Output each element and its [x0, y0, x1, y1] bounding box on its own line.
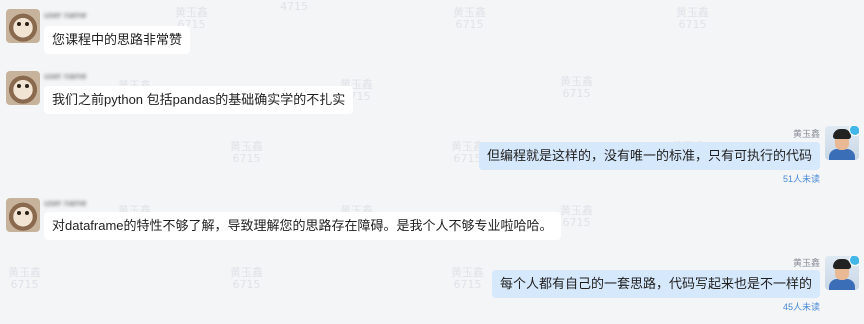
unread-receipt[interactable]: 51人未读 — [783, 174, 820, 184]
message-bubble[interactable]: 对dataframe的特性不够了解，导致理解您的思路存在障碍。是我个人不够专业啦… — [44, 212, 561, 240]
watermark: 黄玉鑫6715 — [676, 6, 709, 31]
sender-name: user name — [44, 71, 87, 81]
watermark: 4715 — [280, 0, 308, 13]
man-avatar-icon[interactable] — [825, 126, 859, 160]
watermark: 黄玉鑫6715 — [230, 266, 263, 291]
dog-avatar-icon[interactable] — [6, 71, 40, 105]
watermark: 黄玉鑫6715 — [451, 266, 484, 291]
dog-avatar-icon[interactable] — [6, 9, 40, 43]
sender-name: 黄玉鑫 — [792, 258, 820, 268]
watermark: 黄玉鑫6715 — [8, 266, 41, 291]
watermark: 黄玉鑫6715 — [560, 204, 593, 229]
chat-panel: 黄玉鑫 6715 4715 黄玉鑫 6715 黄玉鑫 6715 黄玉鑫 6715 黄玉鑫… — [0, 0, 864, 324]
sender-name: user name — [44, 198, 87, 208]
message-bubble[interactable]: 每个人都有自己的一套思路，代码写起来也是不一样的 — [491, 270, 820, 298]
watermark: 黄玉鑫6715 — [453, 6, 486, 31]
dog-avatar-icon[interactable] — [6, 198, 40, 232]
watermark: 黄玉鑫6715 — [230, 140, 263, 165]
message-bubble[interactable]: 但编程就是这样的，没有唯一的标准，只有可执行的代码 — [478, 142, 820, 170]
watermark: 黄玉鑫6715 — [560, 75, 593, 100]
unread-receipt[interactable]: 45人未读 — [783, 302, 820, 312]
message-bubble[interactable]: 我们之前python 包括pandas的基础确实学的不扎实 — [44, 86, 354, 114]
message-bubble[interactable]: 您课程中的思路非常赞 — [44, 26, 191, 54]
man-avatar-icon[interactable] — [825, 256, 859, 290]
sender-name: user name — [44, 10, 87, 20]
sender-name: 黄玉鑫 — [792, 129, 820, 139]
